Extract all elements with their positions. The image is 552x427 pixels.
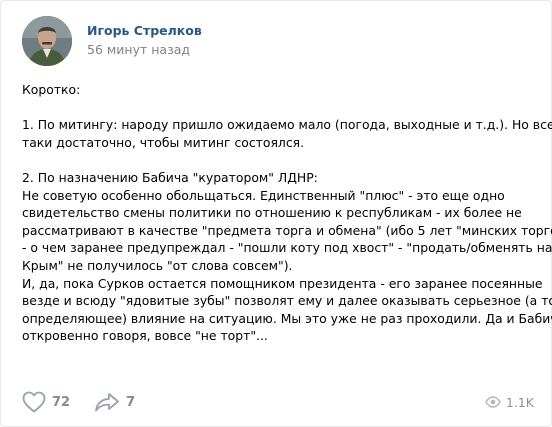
wall-post: Игорь Стрелков 56 минут назад Коротко: 1… — [0, 0, 552, 427]
likes-count: 72 — [52, 394, 71, 410]
text-spacer — [22, 99, 542, 117]
text-line: 2. По назначению Бабича "куратором" ЛДНР… — [22, 169, 318, 185]
text-line: везде и всюду "ядовитые зубы" позволят е… — [22, 293, 552, 309]
post-footer: 72 7 1.1K — [22, 387, 534, 417]
author-name[interactable]: Игорь Стрелков — [87, 23, 202, 38]
text-line: откровенно говоря, вовсе "не торт"... — [22, 328, 268, 344]
author-avatar[interactable] — [22, 16, 72, 66]
text-line: Не советую особенно обольщаться. Единств… — [22, 187, 505, 203]
text-line: 1. По митингу: народу пришло ожидаемо ма… — [22, 117, 552, 133]
text-line: определяющее) влияние на ситуацию. Мы эт… — [22, 310, 552, 326]
views-count: 1.1K — [505, 394, 534, 410]
eye-icon — [485, 396, 501, 408]
text-line: рассматривают в качестве "предмета торга… — [22, 222, 552, 238]
share-button[interactable]: 7 — [94, 387, 135, 417]
views-counter: 1.1K — [485, 387, 534, 417]
text-line: - о чем заранее предупреждал - "пошли ко… — [22, 240, 552, 256]
text-line: свидетельство смены политики по отношени… — [22, 205, 522, 221]
heart-icon — [22, 391, 46, 413]
share-arrow-icon — [95, 393, 119, 412]
text-spacer — [22, 151, 542, 169]
post-header: Игорь Стрелков 56 минут назад — [22, 16, 532, 66]
text-line: Коротко: — [22, 82, 81, 97]
text-line: Крым" не получилось "от слова совсем"). — [22, 257, 293, 273]
post-time[interactable]: 56 минут назад — [87, 42, 190, 57]
post-text: Коротко: 1. По митингу: народу пришло ож… — [22, 81, 552, 345]
like-button[interactable]: 72 — [22, 387, 70, 417]
avatar-photo-icon — [22, 16, 72, 66]
text-line: таки достаточно, чтобы митинг состоялся. — [22, 134, 305, 150]
text-line: И, да, пока Сурков остается помощником п… — [22, 275, 543, 291]
shares-count: 7 — [126, 394, 136, 410]
